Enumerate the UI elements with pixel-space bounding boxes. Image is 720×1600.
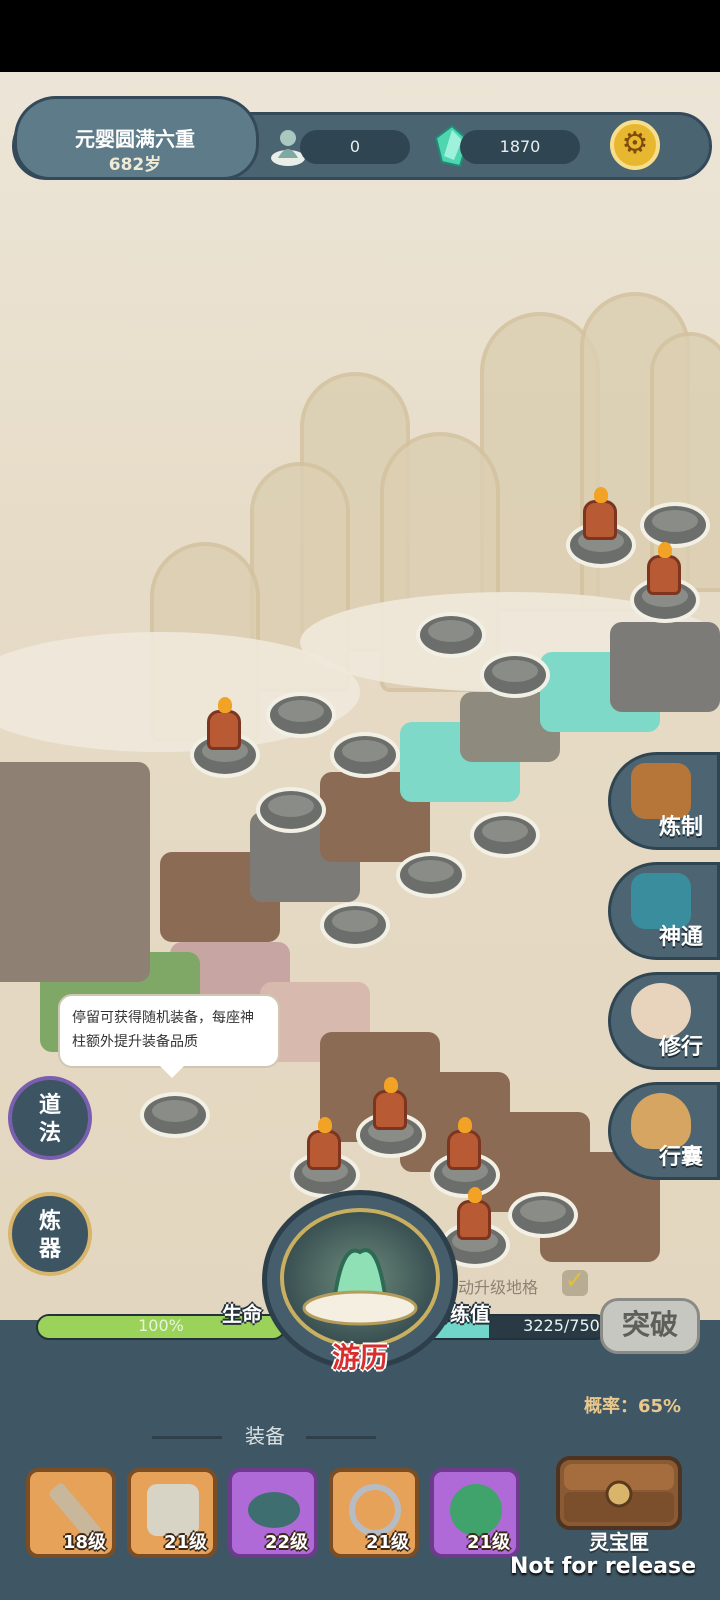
flame-altar <box>373 1077 407 1130</box>
side-button-cultivate[interactable]: 修行 <box>608 972 720 1070</box>
equip-slot-jade[interactable]: 21级 <box>430 1468 520 1558</box>
travel-button[interactable] <box>280 1208 440 1348</box>
side-button-refine[interactable]: 炼制 <box>608 752 720 850</box>
sect-palace[interactable] <box>0 762 150 982</box>
flame-altar <box>457 1187 491 1240</box>
side-button-label: 神通 <box>658 925 703 950</box>
equip-level: 22级 <box>264 1532 308 1553</box>
pillar[interactable] <box>470 812 540 858</box>
realm-title: 元婴圆满六重 <box>75 127 195 151</box>
dao-method-button[interactable]: 道 法 <box>8 1076 92 1160</box>
breakthrough-button[interactable]: 突破 <box>600 1298 700 1354</box>
breakthrough-probability: 概率：65% <box>584 1396 682 1417</box>
equipment-title: 装备 <box>245 1424 285 1448</box>
pillar[interactable] <box>256 787 326 833</box>
equip-slot-ring[interactable]: 21级 <box>329 1468 419 1558</box>
pillar[interactable] <box>480 652 550 698</box>
button-label: 炼 <box>38 1209 61 1234</box>
tile-tooltip: 停留可获得随机装备，每座神柱额外提升装备品质 <box>58 994 280 1078</box>
equip-slot-weapon[interactable]: 18级 <box>26 1468 116 1558</box>
flame-altar <box>447 1117 481 1170</box>
equip-level: 21级 <box>163 1532 207 1553</box>
equip-slot-robe[interactable]: 21级 <box>127 1468 217 1558</box>
settings-button[interactable]: ⚙ <box>610 120 660 170</box>
side-button-label: 行囊 <box>658 1145 703 1170</box>
status-bar <box>0 0 720 72</box>
resource-2-value: 1870 <box>460 130 580 164</box>
side-button-label: 修行 <box>658 1035 703 1060</box>
button-label: 法 <box>38 1121 61 1146</box>
side-button-skills[interactable]: 神通 <box>608 862 720 960</box>
button-label: 道 <box>38 1093 61 1118</box>
cloud-mountain-icon <box>302 1248 418 1326</box>
pillar[interactable] <box>330 732 400 778</box>
button-label: 器 <box>38 1237 61 1262</box>
treasure-chest-button[interactable] <box>556 1456 682 1530</box>
terrain-tile[interactable] <box>610 622 720 712</box>
side-button-bag[interactable]: 行囊 <box>608 1082 720 1180</box>
resource-1-value: 0 <box>300 130 410 164</box>
equip-level: 21级 <box>466 1532 510 1553</box>
divider <box>306 1436 376 1439</box>
travel-label: 游历 <box>331 1341 388 1374</box>
gear-icon: ⚙ <box>621 126 649 161</box>
equip-level: 21级 <box>365 1532 409 1553</box>
check-icon: ✓ <box>564 1266 586 1294</box>
pillar[interactable] <box>640 502 710 548</box>
pillar[interactable] <box>396 852 466 898</box>
forge-button[interactable]: 炼 器 <box>8 1192 92 1276</box>
flame-altar <box>307 1117 341 1170</box>
flame-altar <box>647 542 681 595</box>
flame-altar <box>207 697 241 750</box>
pillar[interactable] <box>416 612 486 658</box>
hp-label: 生命 <box>222 1302 262 1326</box>
pillar[interactable] <box>140 1092 210 1138</box>
xp-value: 3225/7500 <box>523 1316 610 1335</box>
chest-label: 灵宝匣 <box>589 1530 649 1554</box>
watermark: Not for release <box>510 1554 696 1579</box>
pillar[interactable] <box>266 692 336 738</box>
belt-icon <box>248 1492 300 1528</box>
side-button-label: 炼制 <box>658 815 703 840</box>
auto-upgrade-checkbox[interactable]: ✓ <box>562 1268 588 1296</box>
flame-altar <box>583 487 617 540</box>
equip-level: 18级 <box>62 1532 106 1553</box>
game-map[interactable] <box>0 72 720 1352</box>
pillar[interactable] <box>320 902 390 948</box>
pillar[interactable] <box>508 1192 578 1238</box>
equip-slot-belt[interactable]: 22级 <box>228 1468 318 1558</box>
age-label: 682岁 <box>108 155 162 175</box>
chest-icon <box>564 1464 674 1522</box>
